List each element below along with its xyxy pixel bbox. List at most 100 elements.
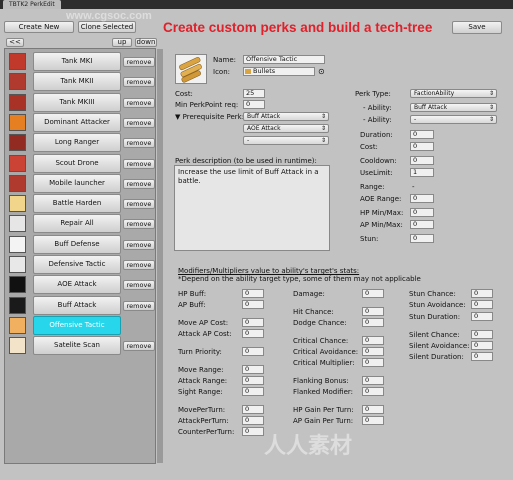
ability-dropdown-2[interactable]: - ⇕ (410, 115, 497, 124)
perk-item-button[interactable]: Tank MKIII (33, 92, 121, 112)
modifier-field[interactable]: 0 (242, 405, 264, 414)
remove-perk-button[interactable]: remove (123, 138, 155, 149)
modifier-field[interactable]: 0 (242, 387, 264, 396)
modifier-field[interactable]: 0 (242, 289, 264, 298)
ability-stat-field[interactable]: 0 (410, 130, 434, 139)
ability-stat-label: Range: (360, 183, 385, 191)
modifier-field[interactable]: 0 (471, 312, 493, 321)
perk-item-button[interactable]: Battle Harden (33, 194, 121, 214)
remove-perk-button[interactable]: remove (123, 341, 155, 352)
perk-thumbnail-icon (9, 174, 26, 192)
object-picker-icon[interactable]: ⊙ (318, 67, 325, 76)
icon-field[interactable]: Bullets (243, 67, 315, 76)
save-button[interactable]: Save (452, 21, 502, 34)
remove-perk-button[interactable]: remove (123, 117, 155, 128)
modifier-field[interactable]: 0 (362, 387, 384, 396)
modifier-field[interactable]: 0 (362, 358, 384, 367)
remove-perk-button[interactable]: remove (123, 260, 155, 270)
perk-item-button[interactable]: Repair All (33, 214, 121, 234)
collapse-button[interactable]: << (6, 38, 24, 47)
modifier-field[interactable]: 0 (471, 341, 493, 350)
perk-list-scrollbar[interactable] (157, 49, 163, 463)
modifier-field[interactable]: 0 (242, 329, 264, 338)
modifier-field[interactable]: 0 (471, 330, 493, 339)
perk-list-row: Repair All remove (5, 213, 155, 234)
modifier-label: Dodge Chance: (293, 319, 347, 327)
modifier-field[interactable]: 0 (242, 300, 264, 309)
perk-item-button[interactable]: Buff Attack (33, 295, 121, 315)
modifier-field[interactable]: 0 (471, 300, 493, 309)
remove-perk-button[interactable]: remove (123, 300, 155, 311)
remove-perk-button[interactable]: remove (123, 97, 155, 108)
perk-item-button[interactable]: Mobile launcher (33, 173, 121, 193)
remove-perk-button[interactable]: remove (123, 199, 155, 210)
prereq-dropdown-3[interactable]: - ⇕ (243, 136, 329, 145)
modifier-field[interactable]: 0 (362, 347, 384, 356)
modifier-field[interactable]: 0 (242, 318, 264, 327)
ability-dropdown-1[interactable]: Buff Attack ⇕ (410, 103, 497, 112)
modifier-field[interactable]: 0 (242, 365, 264, 374)
perk-type-dropdown[interactable]: FactionAbility ⇕ (410, 89, 497, 98)
perk-item-button[interactable]: Dominant Attacker (33, 112, 121, 132)
move-up-button[interactable]: up (112, 38, 132, 47)
ability-stat-field[interactable]: 0 (410, 220, 434, 229)
remove-perk-button[interactable]: remove (123, 239, 155, 250)
remove-perk-button[interactable]: remove (123, 57, 155, 67)
perk-item-button[interactable]: Buff Defense (33, 234, 121, 254)
perk-item-button[interactable]: Scout Drone (33, 153, 121, 173)
create-new-button[interactable]: Create New (4, 21, 74, 33)
foldout-arrow-icon[interactable]: ▼ (175, 113, 180, 121)
modifier-field[interactable]: 0 (362, 376, 384, 385)
ability-stat-value: - (412, 183, 415, 191)
modifier-field[interactable]: 0 (362, 416, 384, 425)
remove-perk-button[interactable]: remove (123, 178, 155, 189)
perk-item-button[interactable]: Tank MKII (33, 72, 121, 92)
modifier-field[interactable]: 0 (362, 405, 384, 414)
prereq-dropdown-2[interactable]: AOE Attack ⇕ (243, 124, 329, 133)
min-perkpoint-label: Min PerkPoint req: (175, 101, 239, 109)
modifier-field[interactable]: 0 (362, 336, 384, 345)
modifier-field[interactable]: 0 (242, 427, 264, 436)
modifier-field[interactable]: 0 (471, 352, 493, 361)
perk-item-button[interactable]: Tank MKI (33, 52, 121, 71)
remove-perk-button[interactable]: remove (123, 280, 155, 291)
prereq-dropdown-1[interactable]: Buff Attack ⇕ (243, 112, 329, 121)
perk-thumbnail-icon (9, 256, 26, 273)
modifier-field[interactable]: 0 (362, 307, 384, 316)
modifier-field[interactable]: 0 (242, 416, 264, 425)
name-field[interactable]: Offensive Tactic (243, 55, 325, 64)
modifier-field[interactable]: 0 (242, 347, 264, 356)
ability-stat-field[interactable]: 0 (410, 194, 434, 203)
modifier-field[interactable]: 0 (471, 289, 493, 298)
window-tab[interactable]: TBTK2 PerkEdit (3, 0, 61, 9)
clone-selected-button[interactable]: Clone Selected (78, 21, 136, 33)
prereq-dropdown-1-value: Buff Attack (247, 113, 281, 120)
perk-item-button[interactable]: Long Ranger (33, 133, 121, 153)
modifier-field[interactable]: 0 (362, 289, 384, 298)
perk-icon-preview[interactable] (175, 54, 207, 84)
ability-stat-field[interactable]: 0 (410, 234, 434, 243)
ability-stat-field[interactable]: 0 (410, 142, 434, 151)
ability-stat-field[interactable]: 1 (410, 168, 434, 177)
remove-perk-button[interactable]: remove (123, 219, 155, 230)
perk-list-row: Mobile launcher remove (5, 173, 155, 194)
cost-field[interactable]: 25 (243, 89, 265, 98)
move-down-button[interactable]: down (135, 38, 157, 47)
icon-field-value: Bullets (253, 67, 276, 75)
ability-stat-field[interactable]: 0 (410, 208, 434, 217)
remove-perk-button[interactable]: remove (123, 77, 155, 88)
remove-perk-button[interactable]: remove (123, 158, 155, 169)
modifier-field[interactable]: 0 (242, 376, 264, 385)
perk-item-button[interactable]: Satelite Scan (33, 336, 121, 356)
description-textarea[interactable]: Increase the use limit of Buff Attack in… (174, 165, 330, 251)
modifier-label: AP Buff: (178, 301, 206, 309)
perk-list-row: Dominant Attacker remove (5, 112, 155, 133)
perk-item-button[interactable]: AOE Attack (33, 275, 121, 295)
min-perkpoint-field[interactable]: 0 (243, 100, 265, 109)
prereq-dropdown-2-value: AOE Attack (247, 125, 281, 132)
ability-stat-field[interactable]: 0 (410, 156, 434, 165)
perk-item-button[interactable]: Offensive Tactic (33, 315, 121, 335)
bullets-mini-icon (245, 69, 251, 74)
modifier-field[interactable]: 0 (362, 318, 384, 327)
perk-item-button[interactable]: Defensive Tactic (33, 255, 121, 274)
